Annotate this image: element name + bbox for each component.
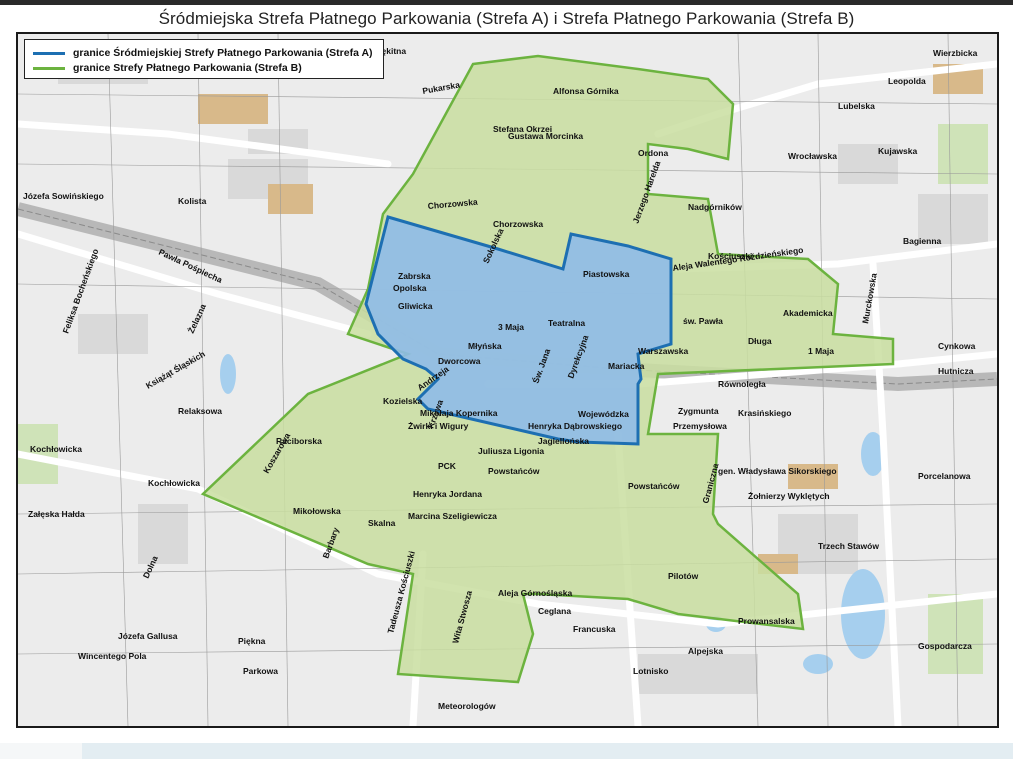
city-map[interactable]: Pukarska Stefana Okrzei Gustawa Morcinka…	[18, 34, 997, 726]
label-ceglana: Ceglana	[538, 606, 571, 616]
label-bagienna: Bagienna	[903, 236, 942, 246]
label-akademicka: Akademicka	[783, 308, 833, 318]
label-jagiellonska: Jagiellońska	[538, 436, 589, 446]
label-zabrska: Zabrska	[398, 271, 431, 281]
label-kochlowicka: Kochłowicka	[30, 444, 82, 454]
label-wroclawska: Wrocławska	[788, 151, 837, 161]
label-jozefa-sowinskiego: Józefa Sowińskiego	[23, 191, 104, 201]
label-lubelska: Lubelska	[838, 101, 875, 111]
label-relaksowa: Relaksowa	[178, 406, 222, 416]
label-piastowska: Piastowska	[583, 269, 630, 279]
legend-item-zone-b: granice Strefy Płatnego Parkowania (Stre…	[33, 61, 302, 75]
label-wincentego-pola: Wincentego Pola	[78, 651, 147, 661]
label-jozefa-gallusa: Józefa Gallusa	[118, 631, 178, 641]
label-wl-sikorskiego: gen. Władysława Sikorskiego	[718, 466, 837, 476]
footer-left-panel	[0, 743, 82, 759]
label-pck: PCK	[438, 461, 457, 471]
label-gospodarcza: Gospodarcza	[918, 641, 972, 651]
label-opolska: Opolska	[393, 283, 427, 293]
label-francuska: Francuska	[573, 624, 616, 634]
label-krasinskiego: Krasińskiego	[738, 408, 791, 418]
viewer-footer	[0, 743, 1013, 759]
legend-label-zone-a: granice Śródmiejskiej Strefy Płatnego Pa…	[73, 47, 373, 59]
legend-label-zone-b: granice Strefy Płatnego Parkowania (Stre…	[73, 62, 302, 74]
label-powstancow-east: Powstańców	[628, 481, 680, 491]
map-title: Śródmiejska Strefa Płatnego Parkowania (…	[158, 9, 855, 28]
label-kujawska: Kujawska	[878, 146, 917, 156]
label-alfonsa-gornika: Alfonsa Górnika	[553, 86, 619, 96]
label-prowansalska: Prowansalska	[738, 616, 795, 626]
label-wierzbicka: Wierzbicka	[933, 48, 978, 58]
label-nadgornikow: Nadgórników	[688, 202, 742, 212]
label-kozielska: Kozielska	[383, 396, 422, 406]
label-zalejska: Załęska Hałda	[28, 509, 85, 519]
label-mlynska: Młyńska	[468, 341, 502, 351]
label-wojewodzka: Wojewódzka	[578, 409, 629, 419]
label-lotnisko: Lotnisko	[633, 666, 668, 676]
label-skalna: Skalna	[368, 518, 396, 528]
label-parkowa: Parkowa	[243, 666, 278, 676]
label-zygmunta: Zygmunta	[678, 406, 719, 416]
label-kochlowicka-east: Kochłowicka	[148, 478, 200, 488]
label-zolnierzy-wykletych: Żołnierzy Wyklętych	[748, 491, 830, 501]
label-porcelanowa: Porcelanowa	[918, 471, 971, 481]
label-leopolda: Leopolda	[888, 76, 926, 86]
zone-a-swatch	[33, 51, 65, 55]
label-chorzowska-centre: Chorzowska	[493, 219, 543, 229]
label-gornoslaska: Aleja Górnośląska	[498, 588, 572, 598]
label-przemyslowa: Przemysłowa	[673, 421, 727, 431]
legend-item-zone-a: granice Śródmiejskiej Strefy Płatnego Pa…	[33, 46, 373, 60]
label-marcina-szeligiewicza: Marcina Szeligiewicza	[408, 511, 497, 521]
label-hutnicza: Hutnicza	[938, 366, 974, 376]
label-alpejska: Alpejska	[688, 646, 723, 656]
label-mikolowska: Mikołowska	[293, 506, 341, 516]
label-henryka-jordana: Henryka Jordana	[413, 489, 482, 499]
label-kolista: Kolista	[178, 196, 207, 206]
label-dluga: Długa	[748, 336, 772, 346]
label-trzech-stawow: Trzech Stawów	[818, 541, 879, 551]
label-piekna: Piękna	[238, 636, 266, 646]
map-legend: granice Śródmiejskiej Strefy Płatnego Pa…	[24, 39, 384, 79]
label-gustawa-morcinka: Gustawa Morcinka	[508, 131, 583, 141]
map-frame[interactable]: Pukarska Stefana Okrzei Gustawa Morcinka…	[16, 32, 999, 728]
label-1-maja: 1 Maja	[808, 346, 834, 356]
label-mariacka: Mariacka	[608, 361, 645, 371]
label-zwirki-wigury: Żwirki i Wigury	[408, 421, 469, 431]
label-ordona: Ordona	[638, 148, 668, 158]
label-pilotow: Pilotów	[668, 571, 699, 581]
label-henryka-dabrowskiego: Henryka Dąbrowskiego	[528, 421, 622, 431]
label-cynkowa: Cynkowa	[938, 341, 976, 351]
label-3-maja: 3 Maja	[498, 322, 524, 332]
label-juliusza-ligonia: Juliusza Ligonia	[478, 446, 544, 456]
label-meteorologow: Meteorologów	[438, 701, 496, 711]
label-gliwicka: Gliwicka	[398, 301, 433, 311]
label-sw-pawla: św. Pawła	[683, 316, 723, 326]
label-powstancow: Powstańców	[488, 466, 540, 476]
map-page: Śródmiejska Strefa Płatnego Parkowania (…	[0, 5, 1013, 743]
label-warszawska: Warszawska	[638, 346, 689, 356]
zone-b-swatch	[33, 66, 65, 70]
label-rownolegla: Równoległa	[718, 379, 766, 389]
label-teatralna: Teatralna	[548, 318, 585, 328]
